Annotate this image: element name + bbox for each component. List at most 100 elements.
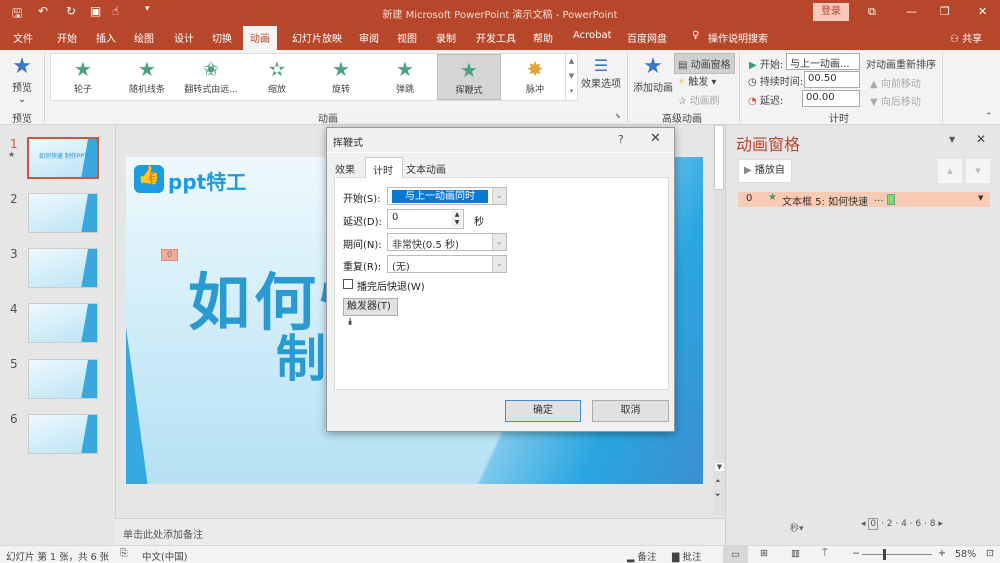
notes-area[interactable]: 单击此处添加备注 bbox=[115, 518, 725, 545]
fit-to-window-icon[interactable]: ⊡ bbox=[986, 548, 994, 559]
slide-thumb-3[interactable] bbox=[28, 248, 98, 288]
tab-timing[interactable]: 计时 bbox=[365, 157, 403, 178]
collapse-ribbon-icon[interactable]: ⌃ bbox=[985, 112, 993, 122]
trigger-button[interactable]: ⚡ 触发 ▾ bbox=[678, 73, 716, 88]
slide-sorter-icon[interactable]: ⊞ bbox=[760, 548, 768, 559]
repeat-select[interactable]: (无) ⌄ bbox=[387, 255, 507, 273]
maximize-icon[interactable]: ❐ bbox=[940, 5, 950, 18]
tab-baidu[interactable]: 百度网盘 bbox=[627, 30, 667, 45]
tab-file[interactable]: 文件 bbox=[13, 30, 33, 45]
slide-thumb-5[interactable] bbox=[28, 359, 98, 399]
anim-spin[interactable]: ★ 旋转 bbox=[309, 54, 373, 100]
share-button[interactable]: ⚇ 共享 bbox=[950, 30, 982, 45]
delay-spinner[interactable]: ▲ ▼ bbox=[452, 211, 462, 227]
animation-pane-button[interactable]: ▤ 动画窗格 bbox=[674, 53, 735, 74]
anim-wheel[interactable]: ★ 轮子 bbox=[51, 54, 115, 100]
slideshow-icon[interactable]: ⍑ bbox=[822, 548, 828, 559]
chevron-down-icon[interactable]: ⌄ bbox=[492, 256, 506, 272]
previous-slide-icon[interactable]: ⏶ bbox=[715, 477, 721, 486]
tab-acrobat[interactable]: Acrobat bbox=[573, 30, 612, 41]
comments-button[interactable]: ▇ 批注 bbox=[672, 549, 701, 563]
animation-painter-button[interactable]: ✰ 动画刷 bbox=[678, 92, 720, 107]
tab-draw[interactable]: 绘图 bbox=[134, 30, 154, 45]
zoom-out-icon[interactable]: − bbox=[852, 548, 860, 559]
tab-insert[interactable]: 插入 bbox=[96, 30, 116, 45]
scroll-thumb[interactable] bbox=[714, 125, 724, 190]
tab-effect[interactable]: 效果 bbox=[335, 161, 355, 176]
normal-view-icon[interactable]: ▭ bbox=[723, 546, 748, 563]
item-dropdown-icon[interactable]: ▼ bbox=[978, 194, 983, 202]
spellcheck-icon[interactable]: ⎘ bbox=[120, 548, 128, 559]
move-up-button[interactable]: ▲ bbox=[938, 159, 962, 183]
dialog-launcher-icon[interactable]: ⬊ bbox=[615, 112, 621, 120]
pane-close-icon[interactable]: ✕ bbox=[976, 132, 986, 146]
close-icon[interactable]: ✕ bbox=[978, 5, 987, 18]
dialog-close-icon[interactable]: ✕ bbox=[650, 131, 661, 146]
login-button[interactable]: 登录 bbox=[813, 3, 849, 21]
chevron-down-icon[interactable]: ⌄ bbox=[492, 188, 506, 204]
tab-record[interactable]: 录制 bbox=[436, 30, 456, 45]
tab-text-animation[interactable]: 文本动画 bbox=[406, 161, 446, 176]
tab-slideshow[interactable]: 幻灯片放映 bbox=[292, 30, 342, 45]
start-select[interactable]: 与上一动画同时 ⌄ bbox=[387, 187, 507, 205]
rewind-label[interactable]: 播完后快退(W) bbox=[357, 278, 425, 293]
zoom-slider[interactable] bbox=[862, 549, 932, 560]
slide-thumb-4[interactable] bbox=[28, 303, 98, 343]
notes-button[interactable]: ▂ 备注 bbox=[627, 549, 656, 563]
delay-input[interactable]: 00.00 bbox=[802, 90, 860, 107]
gallery-scroll[interactable]: ▲ ▼ ▾ bbox=[565, 54, 577, 100]
anim-bounce[interactable]: ★ 弹跳 bbox=[373, 54, 437, 100]
tab-design[interactable]: 设计 bbox=[174, 30, 194, 45]
move-down-button[interactable]: ▼ bbox=[966, 159, 990, 183]
slide-thumb-6[interactable] bbox=[28, 414, 98, 454]
anim-flip[interactable]: ✬ 翻转式由远... bbox=[179, 54, 243, 100]
pane-options-icon[interactable]: ▼ bbox=[949, 135, 955, 144]
anim-pulse[interactable]: ✸ 脉冲 bbox=[503, 54, 567, 100]
anim-random-bars[interactable]: ★ 随机线条 bbox=[115, 54, 179, 100]
slide-thumb-1[interactable]: 如何快速 制作PPT bbox=[27, 137, 99, 179]
tab-view[interactable]: 视图 bbox=[397, 30, 417, 45]
cancel-button[interactable]: 取消 bbox=[592, 400, 669, 422]
timing-bar[interactable] bbox=[887, 194, 895, 205]
rewind-checkbox[interactable] bbox=[343, 279, 353, 289]
add-animation-button[interactable]: ★ 添加动画 bbox=[632, 54, 674, 94]
zoom-level[interactable]: 58% bbox=[955, 549, 976, 560]
tab-help[interactable]: 帮助 bbox=[533, 30, 553, 45]
seconds-dropdown[interactable]: 秒▾ bbox=[790, 521, 804, 534]
zoom-slider-thumb[interactable] bbox=[883, 549, 886, 560]
tab-animations[interactable]: 动画 bbox=[243, 26, 277, 50]
move-earlier-button[interactable]: ▲ 向前移动 bbox=[870, 75, 921, 90]
animation-list-item[interactable]: 0 ★ 文本框 5: 如何快速 ... ▼ bbox=[738, 192, 990, 208]
slide-thumb-2[interactable] bbox=[28, 193, 98, 233]
effect-options-button[interactable]: ☰ 效果选项 bbox=[580, 56, 622, 90]
tell-me-search[interactable]: 操作说明搜索 bbox=[708, 30, 768, 45]
timeline-left-icon[interactable]: ◂ bbox=[861, 519, 866, 529]
duration-input[interactable]: 00.50 bbox=[804, 71, 860, 88]
anim-zoom[interactable]: ✫ 缩放 bbox=[245, 54, 309, 100]
tab-home[interactable]: 开始 bbox=[57, 30, 77, 45]
preview-button[interactable]: ★ 预览 ⌄ bbox=[6, 54, 38, 105]
tab-transitions[interactable]: 切换 bbox=[212, 30, 232, 45]
delay-input[interactable]: 0 ▲ ▼ bbox=[387, 209, 464, 229]
zoom-in-icon[interactable]: + bbox=[938, 548, 946, 559]
next-slide-icon[interactable]: ⏷ bbox=[715, 491, 721, 500]
ok-button[interactable]: 确定 bbox=[505, 400, 581, 422]
vertical-scrollbar[interactable]: ▼ ⏶ ⏷ bbox=[713, 125, 725, 515]
anim-whip[interactable]: ★ 挥鞭式 bbox=[437, 54, 501, 100]
play-from-button[interactable]: ▶ 播放自 bbox=[738, 159, 792, 183]
timeline-right-icon[interactable]: ▸ bbox=[938, 519, 943, 529]
scroll-down-icon[interactable]: ▼ bbox=[715, 463, 724, 471]
trigger-button[interactable]: 触发器(T) ⯯ bbox=[343, 298, 398, 328]
start-select[interactable]: 与上一动画... bbox=[786, 53, 860, 70]
tab-developer[interactable]: 开发工具 bbox=[476, 30, 516, 45]
animation-tag[interactable]: 0 bbox=[161, 249, 178, 261]
period-select[interactable]: 非常快(0.5 秒) ⌄ bbox=[387, 233, 507, 251]
ribbon-display-icon[interactable]: ⧉ bbox=[868, 5, 876, 19]
minimize-icon[interactable]: — bbox=[906, 5, 917, 18]
help-button[interactable]: ? bbox=[618, 133, 624, 146]
chevron-down-icon[interactable]: ⌄ bbox=[492, 234, 506, 250]
tab-review[interactable]: 审阅 bbox=[359, 30, 379, 45]
reading-view-icon[interactable]: ▥ bbox=[791, 548, 800, 559]
language[interactable]: 中文(中国) bbox=[142, 549, 187, 563]
move-later-button[interactable]: ▼ 向后移动 bbox=[870, 93, 921, 108]
